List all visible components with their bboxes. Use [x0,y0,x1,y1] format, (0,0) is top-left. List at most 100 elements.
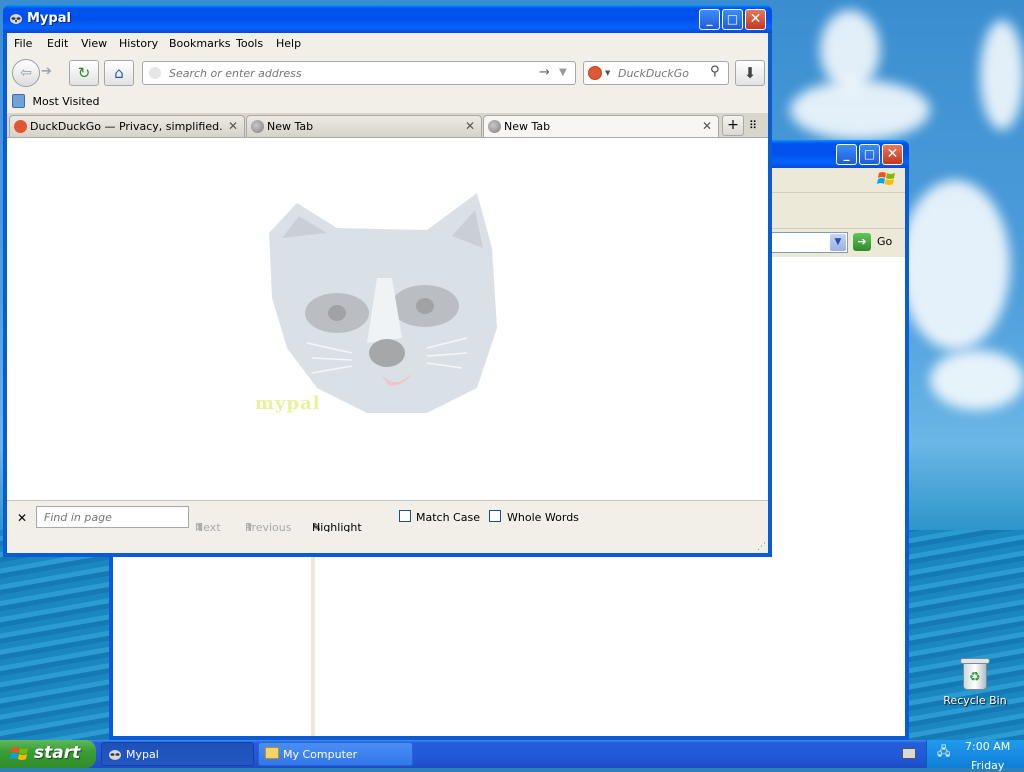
most-visited-bookmark[interactable]: Most Visited [12,94,99,108]
go-arrow-icon[interactable]: → [539,65,550,80]
new-tab-button[interactable]: + [722,115,744,136]
start-button[interactable]: start [0,740,96,768]
cloud [820,10,880,90]
home-button[interactable]: ⌂ [104,60,134,86]
whole-words-checkbox[interactable] [489,510,501,522]
search-box[interactable]: ▼ ⚲ [583,61,729,85]
raccoon-app-icon [109,750,121,760]
globe-icon [251,120,264,133]
match-case-label[interactable]: Match Case [416,511,480,524]
mypal-window[interactable]: Mypal _ □ ✕ File Edit View History Bookm… [3,5,772,557]
cloud [930,350,1024,410]
taskbar-mycomputer-label: My Computer [283,748,358,761]
forward-button[interactable]: ➔ [41,64,52,79]
recycle-bin-icon[interactable]: ♻ [960,656,990,690]
menu-tools[interactable]: Tools [236,37,263,50]
close-icon[interactable]: ✕ [702,119,712,133]
menu-file[interactable]: File [14,37,32,50]
chevron-down-icon[interactable]: ▼ [830,234,846,251]
most-visited-label: Most Visited [32,94,100,108]
engine-dropdown-icon[interactable]: ▼ [605,69,610,77]
url-input[interactable] [167,66,531,81]
maximize-button[interactable]: □ [859,144,880,165]
duckduckgo-icon [14,120,27,133]
menu-history[interactable]: History [119,37,158,50]
back-button[interactable]: ⇦ [12,59,40,87]
close-button[interactable]: ✕ [745,9,766,30]
download-icon: ⬇ [743,64,757,82]
address-dropdown[interactable]: ▼ [764,232,848,253]
dropdown-icon[interactable]: ▼ [559,67,567,78]
forward-arrow-icon: ➔ [41,64,52,79]
taskbar: start Mypal My Computer 🖧 7:00 AM Friday [0,740,1024,772]
menu-help[interactable]: Help [276,37,301,50]
identity-icon [149,67,161,79]
match-case-checkbox[interactable] [399,510,411,522]
cloud [790,80,930,140]
navigation-toolbar: ⇦ ➔ ↻ ⌂ → ▼ ▼ ⚲ ⬇ [7,55,768,91]
mypal-raccoon-logo [269,193,497,413]
close-button[interactable]: ✕ [882,144,903,165]
close-icon[interactable]: ✕ [228,119,238,133]
page-content: mypal [7,138,768,500]
globe-icon [488,120,501,133]
search-icon[interactable]: ⚲ [710,64,720,79]
find-field[interactable] [36,506,189,528]
go-label: Go [877,235,893,248]
bookmarks-toolbar: Most Visited [7,91,768,113]
taskbar-mycomputer-button[interactable]: My Computer [258,742,413,766]
tab-new-tab[interactable]: New Tab ✕ [246,115,482,137]
cloud [980,20,1024,130]
duckduckgo-icon[interactable] [588,66,602,80]
status-bar: ⋰ [7,532,768,553]
grid-icon: ⠿ [749,119,758,132]
close-icon[interactable]: ✕ [465,119,475,133]
menu-bar: File Edit View History Bookmarks Tools H… [7,33,768,55]
resize-grip-icon[interactable]: ⋰ [757,542,766,552]
plus-icon: + [727,117,739,133]
home-icon: ⌂ [114,64,124,82]
minimize-button[interactable]: _ [699,9,720,30]
windows-logo-icon [877,170,897,188]
tab-strip: DuckDuckGo — Privacy, simplified. ✕ New … [7,113,768,138]
list-all-tabs-button[interactable]: ⠿ [749,119,757,132]
raccoon-app-icon [10,14,22,24]
find-bar: ✕ ⬇ Next ⬆ Previous ✎ Highlight All Matc… [7,500,768,547]
close-findbar-icon[interactable]: ✕ [17,511,27,525]
windows-flag-icon [10,747,28,760]
mypal-logo-text: mypal [255,393,321,414]
cloud [900,180,1010,350]
menu-view[interactable]: View [81,37,107,50]
system-tray: 🖧 7:00 AM Friday [926,740,1024,772]
go-button[interactable]: ➔ Go [851,232,895,253]
mypal-titlebar[interactable]: Mypal _ □ ✕ [3,5,772,33]
tab-label: DuckDuckGo — Privacy, simplified. [30,120,223,133]
maximize-button[interactable]: □ [722,9,743,30]
network-icon[interactable]: 🖧 [937,742,950,763]
tab-new-tab-active[interactable]: New Tab ✕ [483,115,719,137]
clock-time[interactable]: 7:00 AM [965,740,1010,753]
clock-day: Friday [971,759,1005,772]
back-arrow-icon: ⇦ [20,65,32,81]
tab-label: New Tab [267,120,314,133]
folder-icon [265,747,279,759]
taskbar-mypal-button[interactable]: Mypal [101,742,254,766]
minimize-button[interactable]: _ [836,144,857,165]
go-arrow-icon: ➔ [853,233,871,251]
find-input[interactable] [42,510,186,525]
tab-duckduckgo[interactable]: DuckDuckGo — Privacy, simplified. ✕ [9,115,245,137]
downloads-button[interactable]: ⬇ [735,60,765,86]
search-input[interactable] [616,66,710,81]
url-bar[interactable]: → ▼ [142,61,576,85]
reload-icon: ↻ [77,64,91,82]
menu-edit[interactable]: Edit [47,37,68,50]
window-title: Mypal [27,11,71,26]
menu-bookmarks[interactable]: Bookmarks [169,37,230,50]
recycle-bin-label[interactable]: Recycle Bin [940,694,1010,707]
whole-words-label[interactable]: Whole Words [507,511,579,524]
recycle-bin[interactable]: ♻ Recycle Bin [940,656,1010,707]
reload-button[interactable]: ↻ [69,60,99,86]
most-visited-icon [12,94,25,108]
start-label: start [34,743,81,763]
keyboard-icon[interactable] [902,748,916,759]
